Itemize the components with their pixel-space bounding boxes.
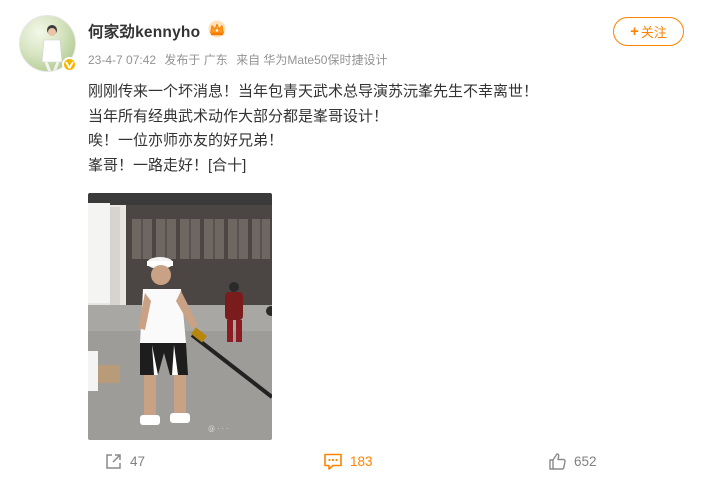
repost-button[interactable]: 47 <box>104 452 145 471</box>
crown-icon[interactable] <box>207 20 227 38</box>
action-toolbar: 47 183 652 <box>0 446 701 478</box>
comment-button[interactable]: 183 <box>323 452 373 471</box>
post-time[interactable]: 23-4-7 07:42 <box>88 53 156 67</box>
post-image[interactable]: @ · · · <box>88 193 272 440</box>
repost-count: 47 <box>130 454 146 469</box>
post-location: 发布于 广东 <box>164 53 228 67</box>
like-button[interactable]: 652 <box>548 452 597 471</box>
verified-badge-icon <box>62 57 77 72</box>
comment-count: 183 <box>350 454 373 469</box>
post-source: 来自 华为Mate50保时捷设计 <box>236 53 388 67</box>
post-line: 刚刚传来一个坏消息！当年包青天武术总导演苏沅峯先生不幸离世！ <box>88 83 539 100</box>
repost-icon <box>106 454 121 469</box>
post-line: 唉！一位亦师亦友的好兄弟！ <box>88 132 284 149</box>
avatar-figure <box>41 25 63 71</box>
user-name[interactable]: 何家劲kennyho <box>88 20 200 42</box>
avatar[interactable] <box>19 15 77 72</box>
follow-label: 关注 <box>640 25 667 40</box>
post-text: 刚刚传来一个坏消息！当年包青天武术总导演苏沅峯先生不幸离世！ 当年所有经典武术动… <box>88 80 678 178</box>
follow-button[interactable]: + 关注 <box>613 17 684 46</box>
svg-text:@ · · ·: @ · · · <box>208 425 228 433</box>
post-line: 当年所有经典武术动作大部分都是峯哥设计！ <box>88 107 389 125</box>
weibo-post-card: 何家劲kennyho 23-4-7 07:42 发布于 广东 来自 华为Mate… <box>0 0 701 487</box>
thumbs-up-icon <box>549 453 566 470</box>
plus-icon: + <box>630 23 639 40</box>
post-line: 峯哥！一路走好！[合十] <box>88 156 247 174</box>
post-meta: 23-4-7 07:42 发布于 广东 来自 华为Mate50保时捷设计 <box>88 51 392 68</box>
comment-icon <box>324 453 342 470</box>
like-count: 652 <box>574 454 597 469</box>
